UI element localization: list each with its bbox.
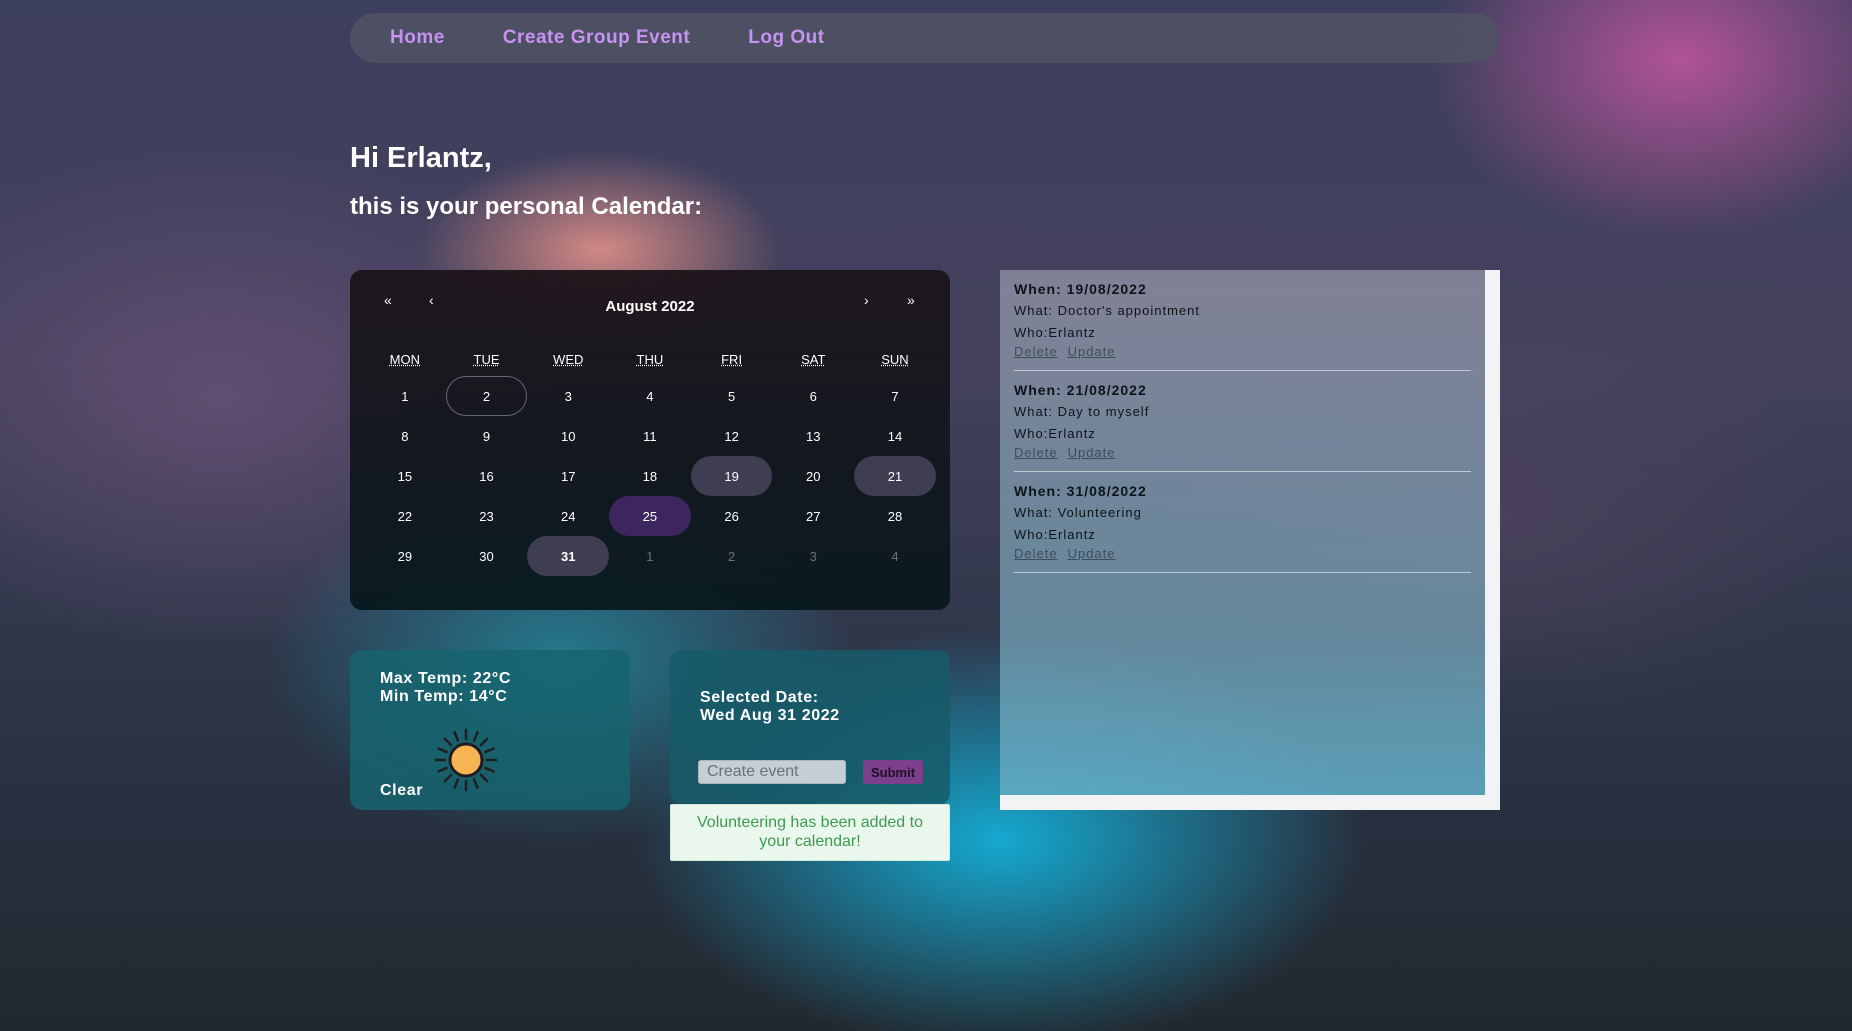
calendar-day[interactable]: 8 (364, 416, 446, 456)
weather-card: Max Temp: 22°C Min Temp: 14°C Clear (350, 650, 630, 810)
weekday-label: SAT (801, 352, 826, 367)
calendar-day[interactable]: 22 (364, 496, 446, 536)
event-who: Who:Erlantz (1014, 527, 1096, 542)
calendar-day[interactable]: 7 (854, 376, 936, 416)
event-update-link[interactable]: Update (1068, 445, 1116, 460)
weather-description: Clear (380, 782, 424, 799)
event-when: When: 31/08/2022 (1014, 483, 1147, 499)
calendar-day[interactable]: 14 (854, 416, 936, 456)
calendar-day[interactable]: 6 (772, 376, 854, 416)
event-when: When: 21/08/2022 (1014, 382, 1147, 398)
event-item: When: 19/08/2022 What: Doctor's appointme… (1014, 270, 1471, 371)
event-delete-link[interactable]: Delete (1014, 344, 1058, 359)
calendar-days-grid: 1 2 3 4 5 6 7 8 9 10 11 12 13 14 15 16 17 18 19 20 21 22 23 24 2… (364, 376, 936, 576)
weekday-label: MON (389, 352, 421, 367)
max-temp: Max Temp: 22°C (380, 670, 511, 687)
calendar-widget: « ‹ August 2022 › » MON TUE WED THU FRI SAT SU… (350, 270, 950, 610)
greeting-heading: Hi Erlantz, (350, 142, 492, 174)
calendar-day[interactable]: 25 (609, 496, 691, 536)
weekday-label: SUN (881, 352, 909, 367)
calendar-day[interactable]: 15 (364, 456, 446, 496)
calendar-day[interactable]: 30 (446, 536, 528, 576)
calendar-day[interactable]: 4 (609, 376, 691, 416)
nav-create-group-event-link[interactable]: Create Group Event (503, 27, 690, 49)
event-update-link[interactable]: Update (1068, 546, 1116, 561)
calendar-subtitle: this is your personal Calendar: (350, 193, 703, 220)
event-delete-link[interactable]: Delete (1014, 546, 1058, 561)
event-who: Who:Erlantz (1014, 325, 1096, 340)
next-month-button[interactable]: › (864, 292, 869, 308)
nav-home-link[interactable]: Home (390, 27, 445, 49)
calendar-day[interactable]: 3 (772, 536, 854, 576)
sun-icon (434, 728, 498, 792)
create-event-input[interactable] (698, 760, 846, 784)
event-form-card: Selected Date: Wed Aug 31 2022 Submit (670, 650, 950, 805)
submit-button[interactable]: Submit (863, 760, 923, 784)
calendar-day[interactable]: 2 (691, 536, 773, 576)
weekday-header: MON TUE WED THU FRI SAT SUN (364, 352, 936, 367)
event-what: What: Volunteering (1014, 505, 1142, 520)
selected-date-label: Selected Date: (700, 689, 819, 706)
calendar-day[interactable]: 28 (854, 496, 936, 536)
calendar-day[interactable]: 4 (854, 536, 936, 576)
calendar-day[interactable]: 5 (691, 376, 773, 416)
weekday-label: WED (553, 352, 584, 367)
weekday-label: THU (636, 352, 664, 367)
calendar-day[interactable]: 11 (609, 416, 691, 456)
calendar-day[interactable]: 21 (854, 456, 936, 496)
nav-log-out-link[interactable]: Log Out (748, 27, 824, 49)
navbar: Home Create Group Event Log Out (350, 13, 1500, 63)
event-when: When: 19/08/2022 (1014, 281, 1147, 297)
min-temp: Min Temp: 14°C (380, 688, 508, 705)
calendar-day[interactable]: 12 (691, 416, 773, 456)
calendar-day[interactable]: 10 (527, 416, 609, 456)
calendar-day[interactable]: 1 (609, 536, 691, 576)
calendar-day[interactable]: 3 (527, 376, 609, 416)
calendar-day[interactable]: 16 (446, 456, 528, 496)
calendar-day[interactable]: 18 (609, 456, 691, 496)
event-what: What: Day to myself (1014, 404, 1150, 419)
calendar-day[interactable]: 2 (445, 376, 528, 416)
calendar-day[interactable]: 13 (772, 416, 854, 456)
event-item: When: 31/08/2022 What: Volunteering Who:Er… (1014, 472, 1471, 573)
calendar-day[interactable]: 27 (772, 496, 854, 536)
event-delete-link[interactable]: Delete (1014, 445, 1058, 460)
next-year-button[interactable]: » (907, 292, 915, 308)
event-update-link[interactable]: Update (1068, 344, 1116, 359)
event-item: When: 21/08/2022 What: Day to myself Who:E… (1014, 371, 1471, 472)
calendar-day[interactable]: 23 (446, 496, 528, 536)
selected-date-value: Wed Aug 31 2022 (700, 707, 840, 724)
calendar-day[interactable]: 1 (364, 376, 446, 416)
calendar-day[interactable]: 17 (527, 456, 609, 496)
success-message: Volunteering has been added to your cale… (670, 804, 950, 861)
event-what: What: Doctor's appointment (1014, 303, 1200, 318)
calendar-day[interactable]: 9 (446, 416, 528, 456)
calendar-day[interactable]: 31 (527, 536, 610, 576)
calendar-day[interactable]: 19 (690, 456, 773, 496)
calendar-day[interactable]: 29 (364, 536, 446, 576)
calendar-day[interactable]: 20 (772, 456, 854, 496)
event-who: Who:Erlantz (1014, 426, 1096, 441)
weekday-label: TUE (473, 352, 500, 367)
events-list-panel[interactable]: When: 19/08/2022 What: Doctor's appointme… (1000, 270, 1500, 810)
calendar-day[interactable]: 26 (691, 496, 773, 536)
weekday-label: FRI (721, 352, 743, 367)
calendar-month-label[interactable]: August 2022 (350, 298, 950, 315)
calendar-day[interactable]: 24 (527, 496, 609, 536)
